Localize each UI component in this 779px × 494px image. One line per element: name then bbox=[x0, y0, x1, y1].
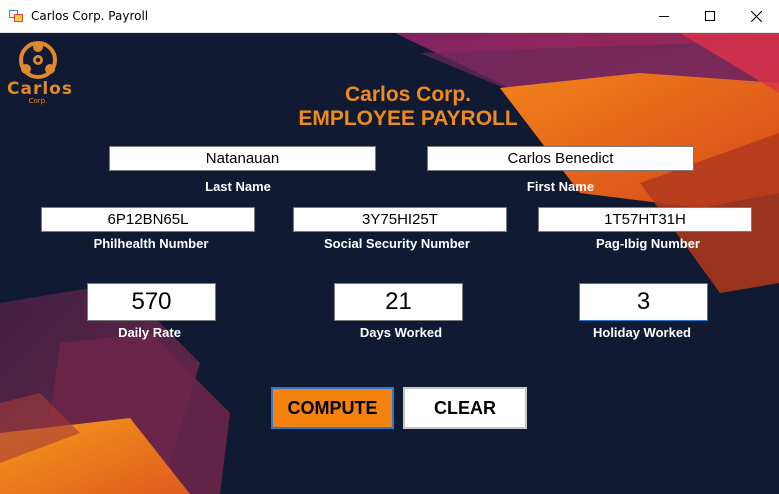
company-title: Carlos Corp. bbox=[344, 83, 472, 106]
minimize-button[interactable] bbox=[641, 0, 687, 32]
holiday-worked-input[interactable] bbox=[579, 283, 708, 321]
daily-rate-input[interactable] bbox=[87, 283, 216, 321]
first-name-label: First Name bbox=[526, 179, 595, 194]
maximize-button[interactable] bbox=[687, 0, 733, 32]
minimize-icon bbox=[659, 16, 669, 17]
pagibig-label: Pag-Ibig Number bbox=[595, 236, 700, 251]
logo-subtitle: Corp. bbox=[28, 97, 48, 105]
maximize-icon bbox=[705, 11, 715, 21]
philhealth-input[interactable] bbox=[41, 207, 255, 232]
last-name-input[interactable] bbox=[109, 146, 376, 171]
app-window: Carlos Corp. Payroll Carlos Corp. Carlos… bbox=[0, 0, 779, 494]
days-worked-input[interactable] bbox=[334, 283, 463, 321]
first-name-input[interactable] bbox=[427, 146, 694, 171]
close-button[interactable] bbox=[733, 0, 779, 32]
app-icon bbox=[9, 10, 23, 22]
philhealth-label: Philhealth Number bbox=[93, 236, 209, 251]
clear-button[interactable]: CLEAR bbox=[403, 387, 527, 429]
days-worked-label: Days Worked bbox=[359, 325, 443, 340]
close-icon bbox=[750, 10, 762, 22]
logo-name: Carlos bbox=[7, 79, 73, 99]
sss-label: Social Security Number bbox=[324, 236, 470, 251]
sss-input[interactable] bbox=[293, 207, 507, 232]
holiday-worked-label: Holiday Worked bbox=[592, 325, 691, 340]
title-bar[interactable]: Carlos Corp. Payroll bbox=[0, 0, 779, 33]
compute-button[interactable]: COMPUTE bbox=[271, 387, 394, 429]
last-name-label: Last Name bbox=[205, 179, 271, 194]
page-title: EMPLOYEE PAYROLL bbox=[298, 107, 518, 130]
client-area: Carlos Corp. Carlos Corp. EMPLOYEE PAYRO… bbox=[0, 33, 779, 494]
daily-rate-label: Daily Rate bbox=[118, 325, 181, 340]
pagibig-input[interactable] bbox=[538, 207, 752, 232]
window-title: Carlos Corp. Payroll bbox=[31, 9, 149, 23]
